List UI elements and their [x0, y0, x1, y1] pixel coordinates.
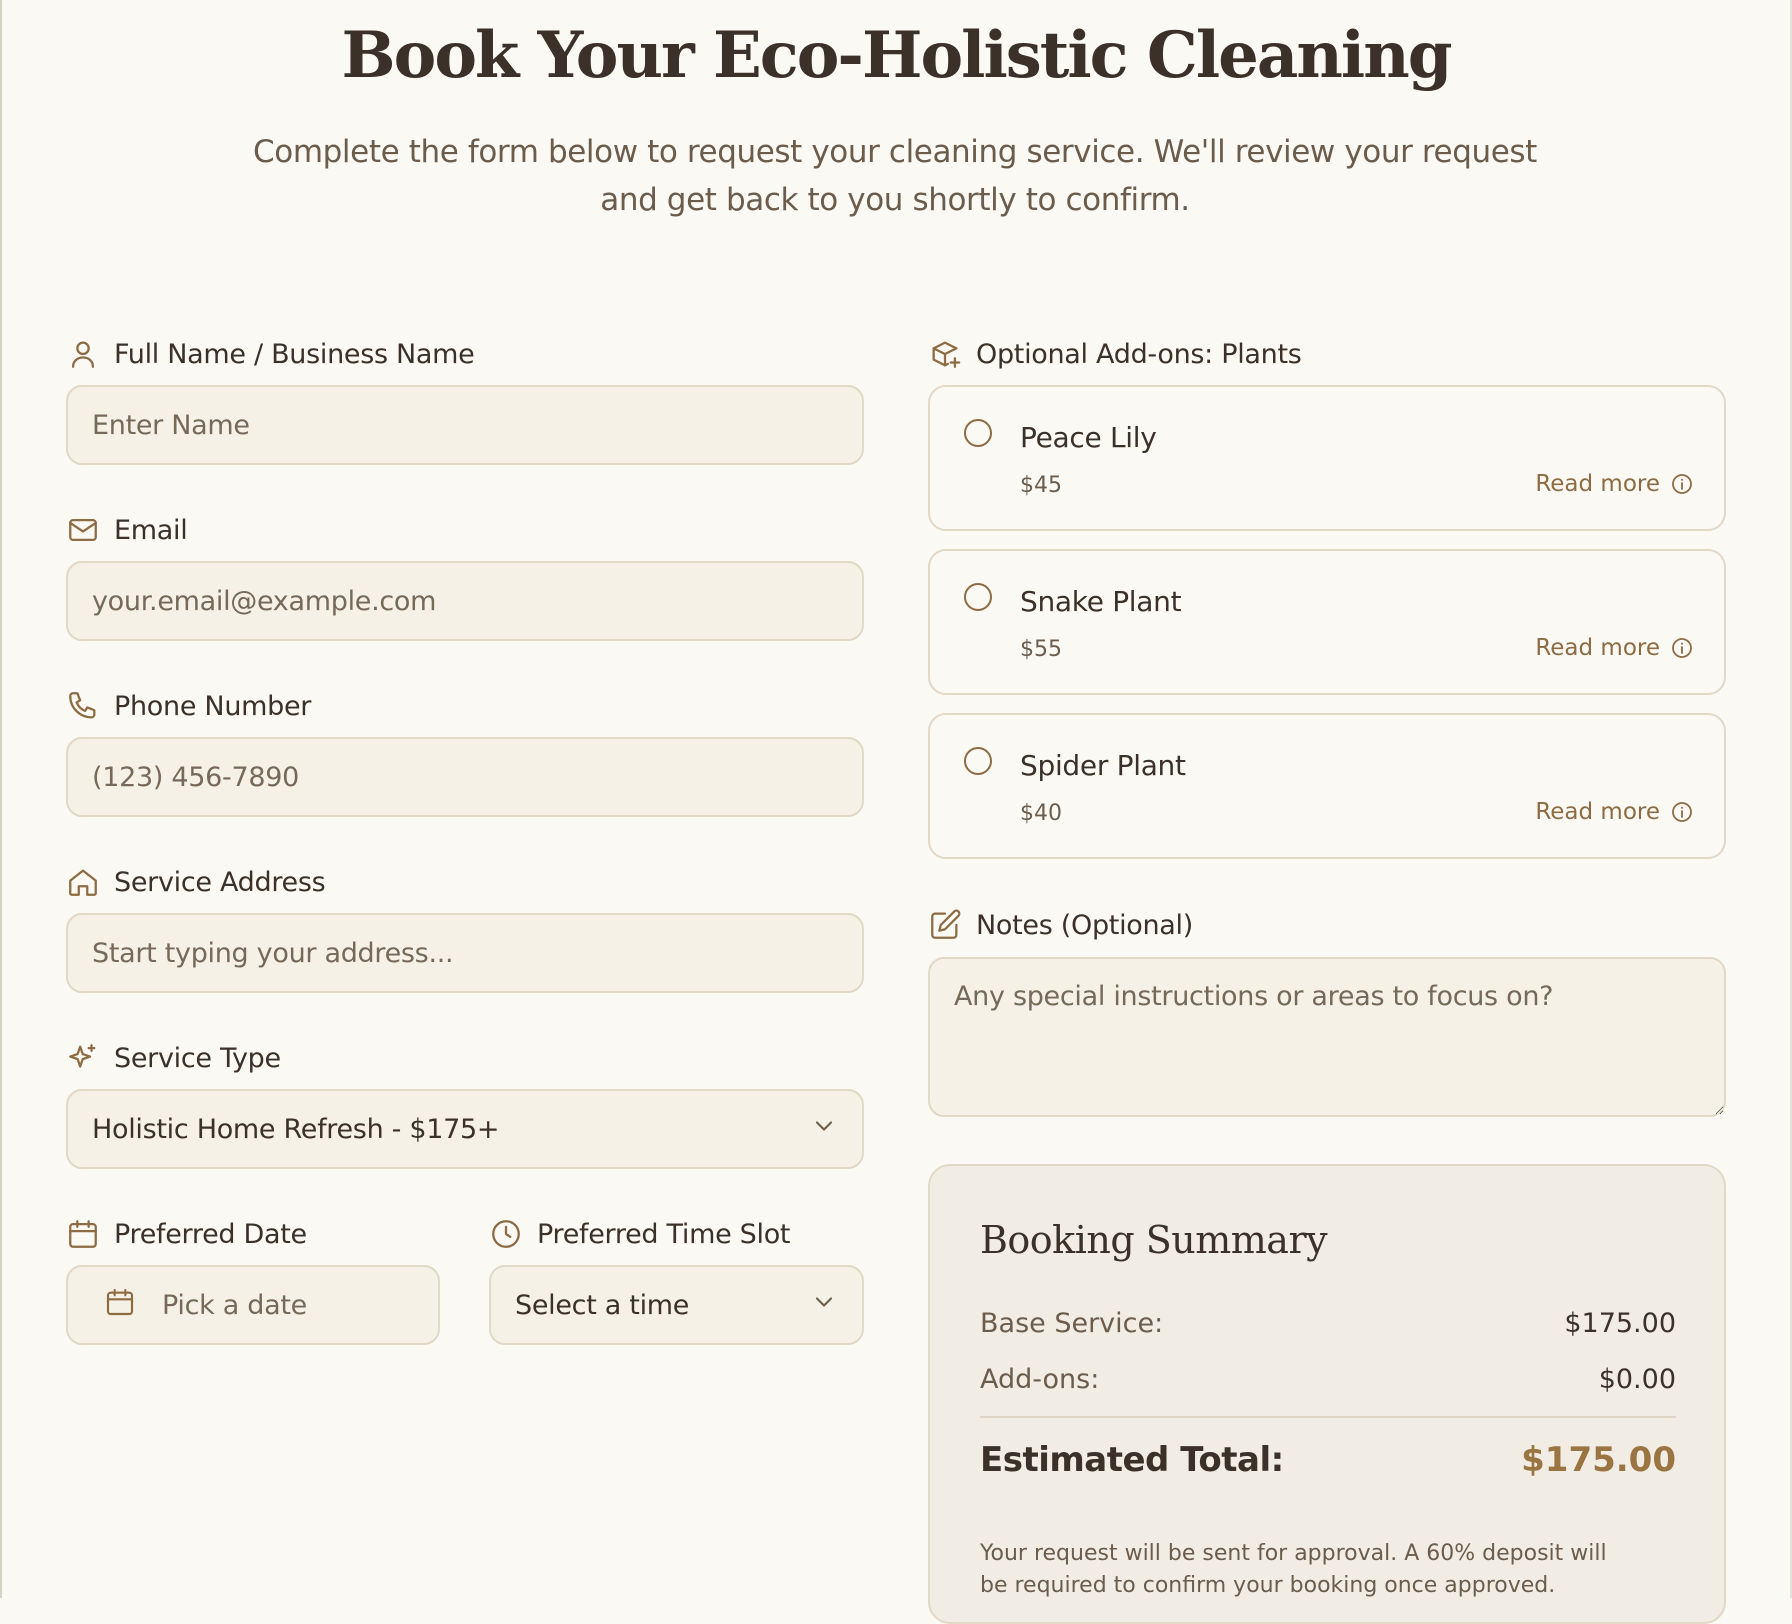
addon-radio[interactable]	[964, 747, 992, 775]
page-title: Book Your Eco-Holistic Cleaning	[341, 18, 1453, 93]
info-icon	[1672, 802, 1692, 822]
calendar-icon	[66, 1217, 100, 1251]
addon-card-peace-lily[interactable]: Peace Lily $45 Read more	[928, 385, 1726, 531]
addon-card-snake-plant[interactable]: Snake Plant $55 Read more	[928, 549, 1726, 695]
summary-total-row: Estimated Total: $175.00	[980, 1440, 1676, 1480]
phone-icon	[66, 689, 100, 723]
address-label-text: Service Address	[114, 866, 326, 898]
chevron-down-icon	[810, 1112, 838, 1147]
notes-textarea[interactable]	[928, 957, 1726, 1117]
service-type-select[interactable]: Holistic Home Refresh - $175+	[66, 1089, 864, 1169]
summary-addons-row: Add-ons: $0.00	[980, 1364, 1676, 1395]
read-more-link[interactable]: Read more	[1535, 635, 1694, 661]
chevron-down-icon	[810, 1288, 838, 1323]
email-label: Email	[66, 510, 188, 550]
clock-icon	[489, 1217, 523, 1251]
addons-label-text: Optional Add-ons: Plants	[976, 338, 1302, 370]
time-slot-select[interactable]: Select a time	[489, 1265, 864, 1345]
addons-label: Optional Add-ons: Plants	[928, 334, 1302, 374]
name-label: Full Name / Business Name	[66, 334, 475, 374]
time-slot-value: Select a time	[515, 1289, 690, 1321]
addon-price: $55	[1020, 637, 1062, 662]
summary-base-row: Base Service: $175.00	[980, 1308, 1676, 1339]
notes-label-text: Notes (Optional)	[976, 909, 1193, 941]
addon-price: $45	[1020, 473, 1062, 498]
page-left-border	[0, 0, 2, 1598]
read-more-link[interactable]: Read more	[1535, 471, 1694, 497]
info-icon	[1672, 638, 1692, 658]
summary-note: Your request will be sent for approval. …	[980, 1541, 1607, 1598]
notes-label: Notes (Optional)	[928, 905, 1193, 945]
page-subtitle: Complete the form below to request your …	[253, 134, 1537, 218]
summary-title: Booking Summary	[980, 1218, 1328, 1262]
date-picker-button[interactable]: Pick a date	[66, 1265, 440, 1345]
addon-radio[interactable]	[964, 583, 992, 611]
email-label-text: Email	[114, 514, 188, 546]
time-label-text: Preferred Time Slot	[537, 1218, 791, 1250]
info-icon	[1672, 474, 1692, 494]
date-label-text: Preferred Date	[114, 1218, 307, 1250]
calendar-icon	[104, 1286, 162, 1325]
date-label: Preferred Date	[66, 1214, 307, 1254]
name-label-text: Full Name / Business Name	[114, 338, 475, 370]
read-more-text: Read more	[1535, 799, 1660, 825]
addon-name: Snake Plant	[1020, 585, 1182, 618]
summary-addons-label: Add-ons:	[980, 1364, 1100, 1395]
date-placeholder: Pick a date	[162, 1289, 307, 1321]
sparkles-icon	[66, 1041, 100, 1075]
edit-icon	[928, 908, 962, 942]
mail-icon	[66, 513, 100, 547]
address-input[interactable]	[66, 913, 864, 993]
read-more-text: Read more	[1535, 471, 1660, 497]
phone-input[interactable]	[66, 737, 864, 817]
summary-divider	[980, 1416, 1676, 1418]
summary-total-value: $175.00	[1521, 1440, 1676, 1480]
addon-price: $40	[1020, 801, 1062, 826]
addon-name: Spider Plant	[1020, 749, 1186, 782]
read-more-link[interactable]: Read more	[1535, 799, 1694, 825]
home-icon	[66, 865, 100, 899]
summary-base-label: Base Service:	[980, 1308, 1164, 1339]
service-type-label: Service Type	[66, 1038, 281, 1078]
addon-card-spider-plant[interactable]: Spider Plant $40 Read more	[928, 713, 1726, 859]
address-label: Service Address	[66, 862, 326, 902]
phone-label: Phone Number	[66, 686, 311, 726]
booking-summary-card: Booking Summary Base Service: $175.00 Ad…	[928, 1164, 1726, 1624]
addon-name: Peace Lily	[1020, 421, 1157, 454]
time-label: Preferred Time Slot	[489, 1214, 791, 1254]
name-input[interactable]	[66, 385, 864, 465]
summary-base-value: $175.00	[1564, 1308, 1676, 1339]
read-more-text: Read more	[1535, 635, 1660, 661]
addon-radio[interactable]	[964, 419, 992, 447]
service-type-label-text: Service Type	[114, 1042, 281, 1074]
service-type-value: Holistic Home Refresh - $175+	[92, 1113, 500, 1145]
phone-label-text: Phone Number	[114, 690, 312, 722]
user-icon	[66, 337, 100, 371]
email-input[interactable]	[66, 561, 864, 641]
package-plus-icon	[928, 337, 962, 371]
summary-total-label: Estimated Total:	[980, 1440, 1284, 1480]
summary-addons-value: $0.00	[1598, 1364, 1676, 1395]
